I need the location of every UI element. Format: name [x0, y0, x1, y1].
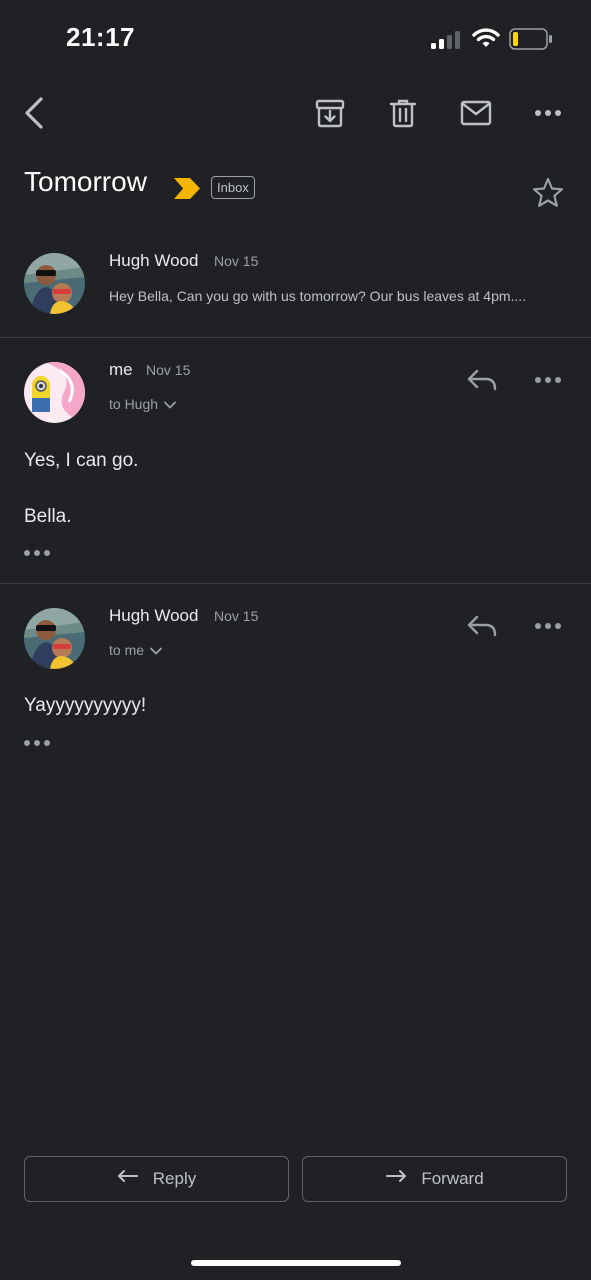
more-options-icon[interactable] — [526, 358, 570, 402]
show-trimmed-content-icon[interactable] — [24, 550, 50, 556]
more-options-icon[interactable] — [526, 604, 570, 648]
important-marker-icon[interactable] — [174, 178, 201, 204]
avatar[interactable] — [24, 253, 85, 314]
message-snippet[interactable]: Hey Bella, Can you go with us tomorrow? … — [109, 288, 526, 304]
recipient-line: to me — [109, 642, 145, 658]
chevron-down-icon — [164, 396, 176, 412]
message-divider — [0, 337, 591, 338]
cellular-signal-icon — [431, 30, 463, 55]
message-body-line: Yes, I can go. — [24, 450, 139, 471]
archive-icon[interactable] — [308, 91, 352, 135]
message-body-line: Yayyyyyyyyyy! — [24, 695, 147, 716]
back-arrow-icon[interactable] — [12, 91, 56, 135]
avatar[interactable] — [24, 362, 85, 423]
message-date: Nov 15 — [214, 253, 259, 269]
reply-button[interactable]: Reply — [24, 1156, 289, 1202]
wifi-icon — [472, 26, 500, 55]
forward-button[interactable]: Forward — [302, 1156, 567, 1202]
sender-name: Hugh Wood — [109, 251, 199, 270]
sender-name: Hugh Wood — [109, 606, 199, 625]
recipient-details-toggle[interactable]: to me — [109, 642, 162, 658]
message-date: Nov 15 — [146, 362, 191, 378]
inbox-label-badge[interactable]: Inbox — [211, 176, 255, 199]
message-divider — [0, 583, 591, 584]
mark-unread-mail-icon[interactable] — [454, 91, 498, 135]
more-options-icon[interactable] — [526, 91, 570, 135]
recipient-details-toggle[interactable]: to Hugh — [109, 396, 176, 412]
battery-icon — [509, 28, 553, 55]
status-time: 21:17 — [66, 22, 135, 52]
reply-icon[interactable] — [460, 604, 504, 648]
trash-icon[interactable] — [381, 91, 425, 135]
message-body-line: Bella. — [24, 506, 72, 527]
reply-icon[interactable] — [460, 358, 504, 402]
star-icon[interactable] — [532, 177, 564, 213]
recipient-line: to Hugh — [109, 396, 159, 412]
reply-arrow-icon — [117, 1169, 139, 1190]
message-date: Nov 15 — [214, 608, 259, 624]
avatar[interactable] — [24, 608, 85, 669]
home-indicator[interactable] — [191, 1260, 401, 1266]
forward-button-label: Forward — [421, 1169, 484, 1188]
forward-arrow-icon — [385, 1169, 407, 1190]
thread-subject: Tomorrow — [24, 166, 147, 197]
show-trimmed-content-icon[interactable] — [24, 740, 50, 746]
chevron-down-icon — [150, 642, 162, 658]
reply-button-label: Reply — [152, 1169, 197, 1188]
sender-name: me — [109, 360, 133, 379]
